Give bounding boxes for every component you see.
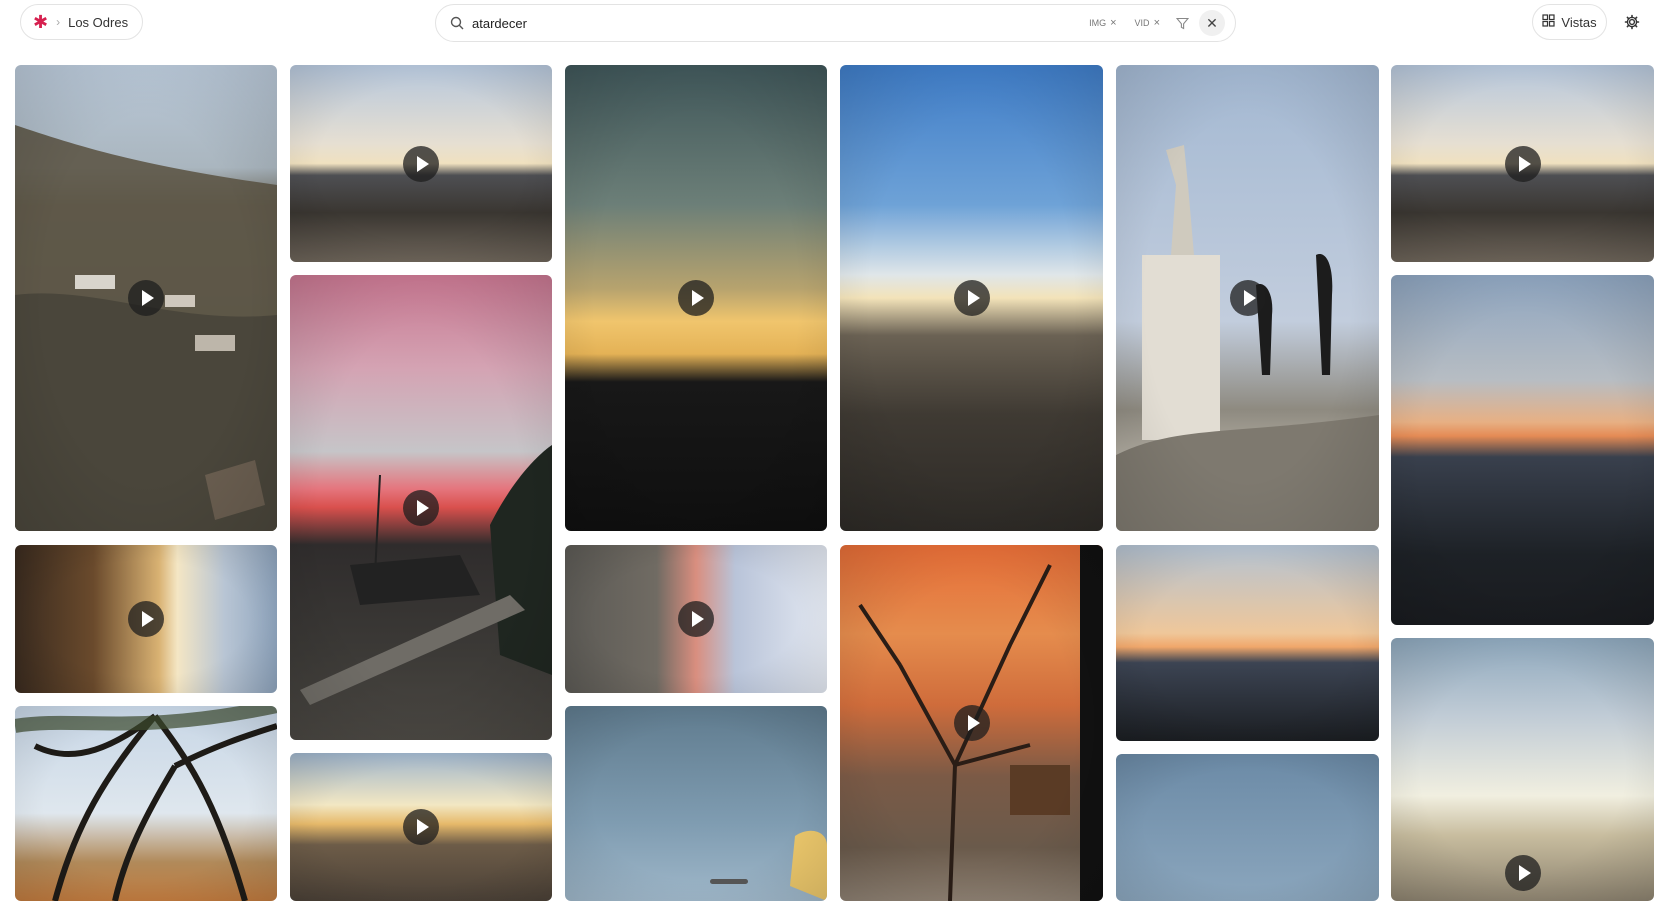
remove-chip-icon[interactable]: × — [1110, 17, 1116, 29]
play-icon[interactable] — [1504, 145, 1541, 182]
media-tile[interactable] — [565, 65, 827, 531]
play-icon[interactable] — [403, 809, 439, 845]
media-tile[interactable] — [290, 65, 552, 262]
media-tile[interactable] — [290, 275, 552, 740]
search-icon — [450, 16, 464, 30]
media-tile — [15, 706, 277, 901]
play-icon[interactable] — [128, 601, 164, 637]
play-icon[interactable] — [953, 280, 990, 316]
play-icon[interactable] — [403, 489, 439, 526]
filter-chip-vid[interactable]: VID × — [1135, 17, 1160, 29]
play-icon[interactable] — [1504, 855, 1541, 891]
views-button[interactable]: Vistas — [1532, 4, 1607, 40]
search-input[interactable]: atardecer — [472, 16, 1071, 31]
play-icon[interactable] — [953, 705, 990, 741]
media-tile — [1116, 754, 1379, 901]
close-icon: ✕ — [1206, 14, 1218, 31]
media-tile[interactable] — [840, 545, 1103, 901]
play-icon[interactable] — [128, 280, 164, 316]
grid-icon — [1542, 14, 1556, 30]
play-icon[interactable] — [1229, 280, 1266, 316]
chevron-right-icon: › — [56, 15, 61, 29]
play-icon[interactable] — [678, 601, 714, 637]
media-tile[interactable] — [565, 545, 827, 693]
top-bar: ✱ › Los Odres atardecer IMG × VID × ✕ Vi… — [0, 0, 1663, 50]
play-icon[interactable] — [678, 280, 714, 316]
media-tile[interactable] — [840, 65, 1103, 531]
media-tile[interactable] — [15, 65, 277, 531]
media-tile[interactable] — [290, 753, 552, 901]
remove-chip-icon[interactable]: × — [1154, 17, 1160, 29]
views-label: Vistas — [1561, 14, 1597, 30]
clear-search-button[interactable]: ✕ — [1199, 10, 1225, 36]
media-tile — [1391, 275, 1654, 625]
media-tile[interactable] — [1116, 65, 1379, 531]
media-tile[interactable] — [1391, 638, 1654, 901]
filter-chip-label: VID — [1134, 18, 1150, 28]
media-tile — [1116, 545, 1379, 741]
breadcrumb-location: Los Odres — [68, 14, 129, 30]
filter-chip-img[interactable]: IMG × — [1089, 17, 1116, 29]
scroll-handle[interactable] — [710, 879, 748, 884]
search-bar[interactable]: atardecer IMG × VID × ✕ — [435, 4, 1236, 42]
play-icon[interactable] — [403, 145, 439, 182]
filter-chip-label: IMG — [1089, 18, 1107, 28]
media-tile[interactable] — [15, 545, 277, 693]
media-tile — [565, 706, 827, 901]
filter-icon[interactable] — [1176, 17, 1189, 30]
asterisk-logo-icon: ✱ — [33, 12, 49, 32]
breadcrumb[interactable]: ✱ › Los Odres — [20, 4, 143, 40]
gear-icon[interactable] — [1622, 12, 1642, 32]
media-tile[interactable] — [1391, 65, 1654, 262]
